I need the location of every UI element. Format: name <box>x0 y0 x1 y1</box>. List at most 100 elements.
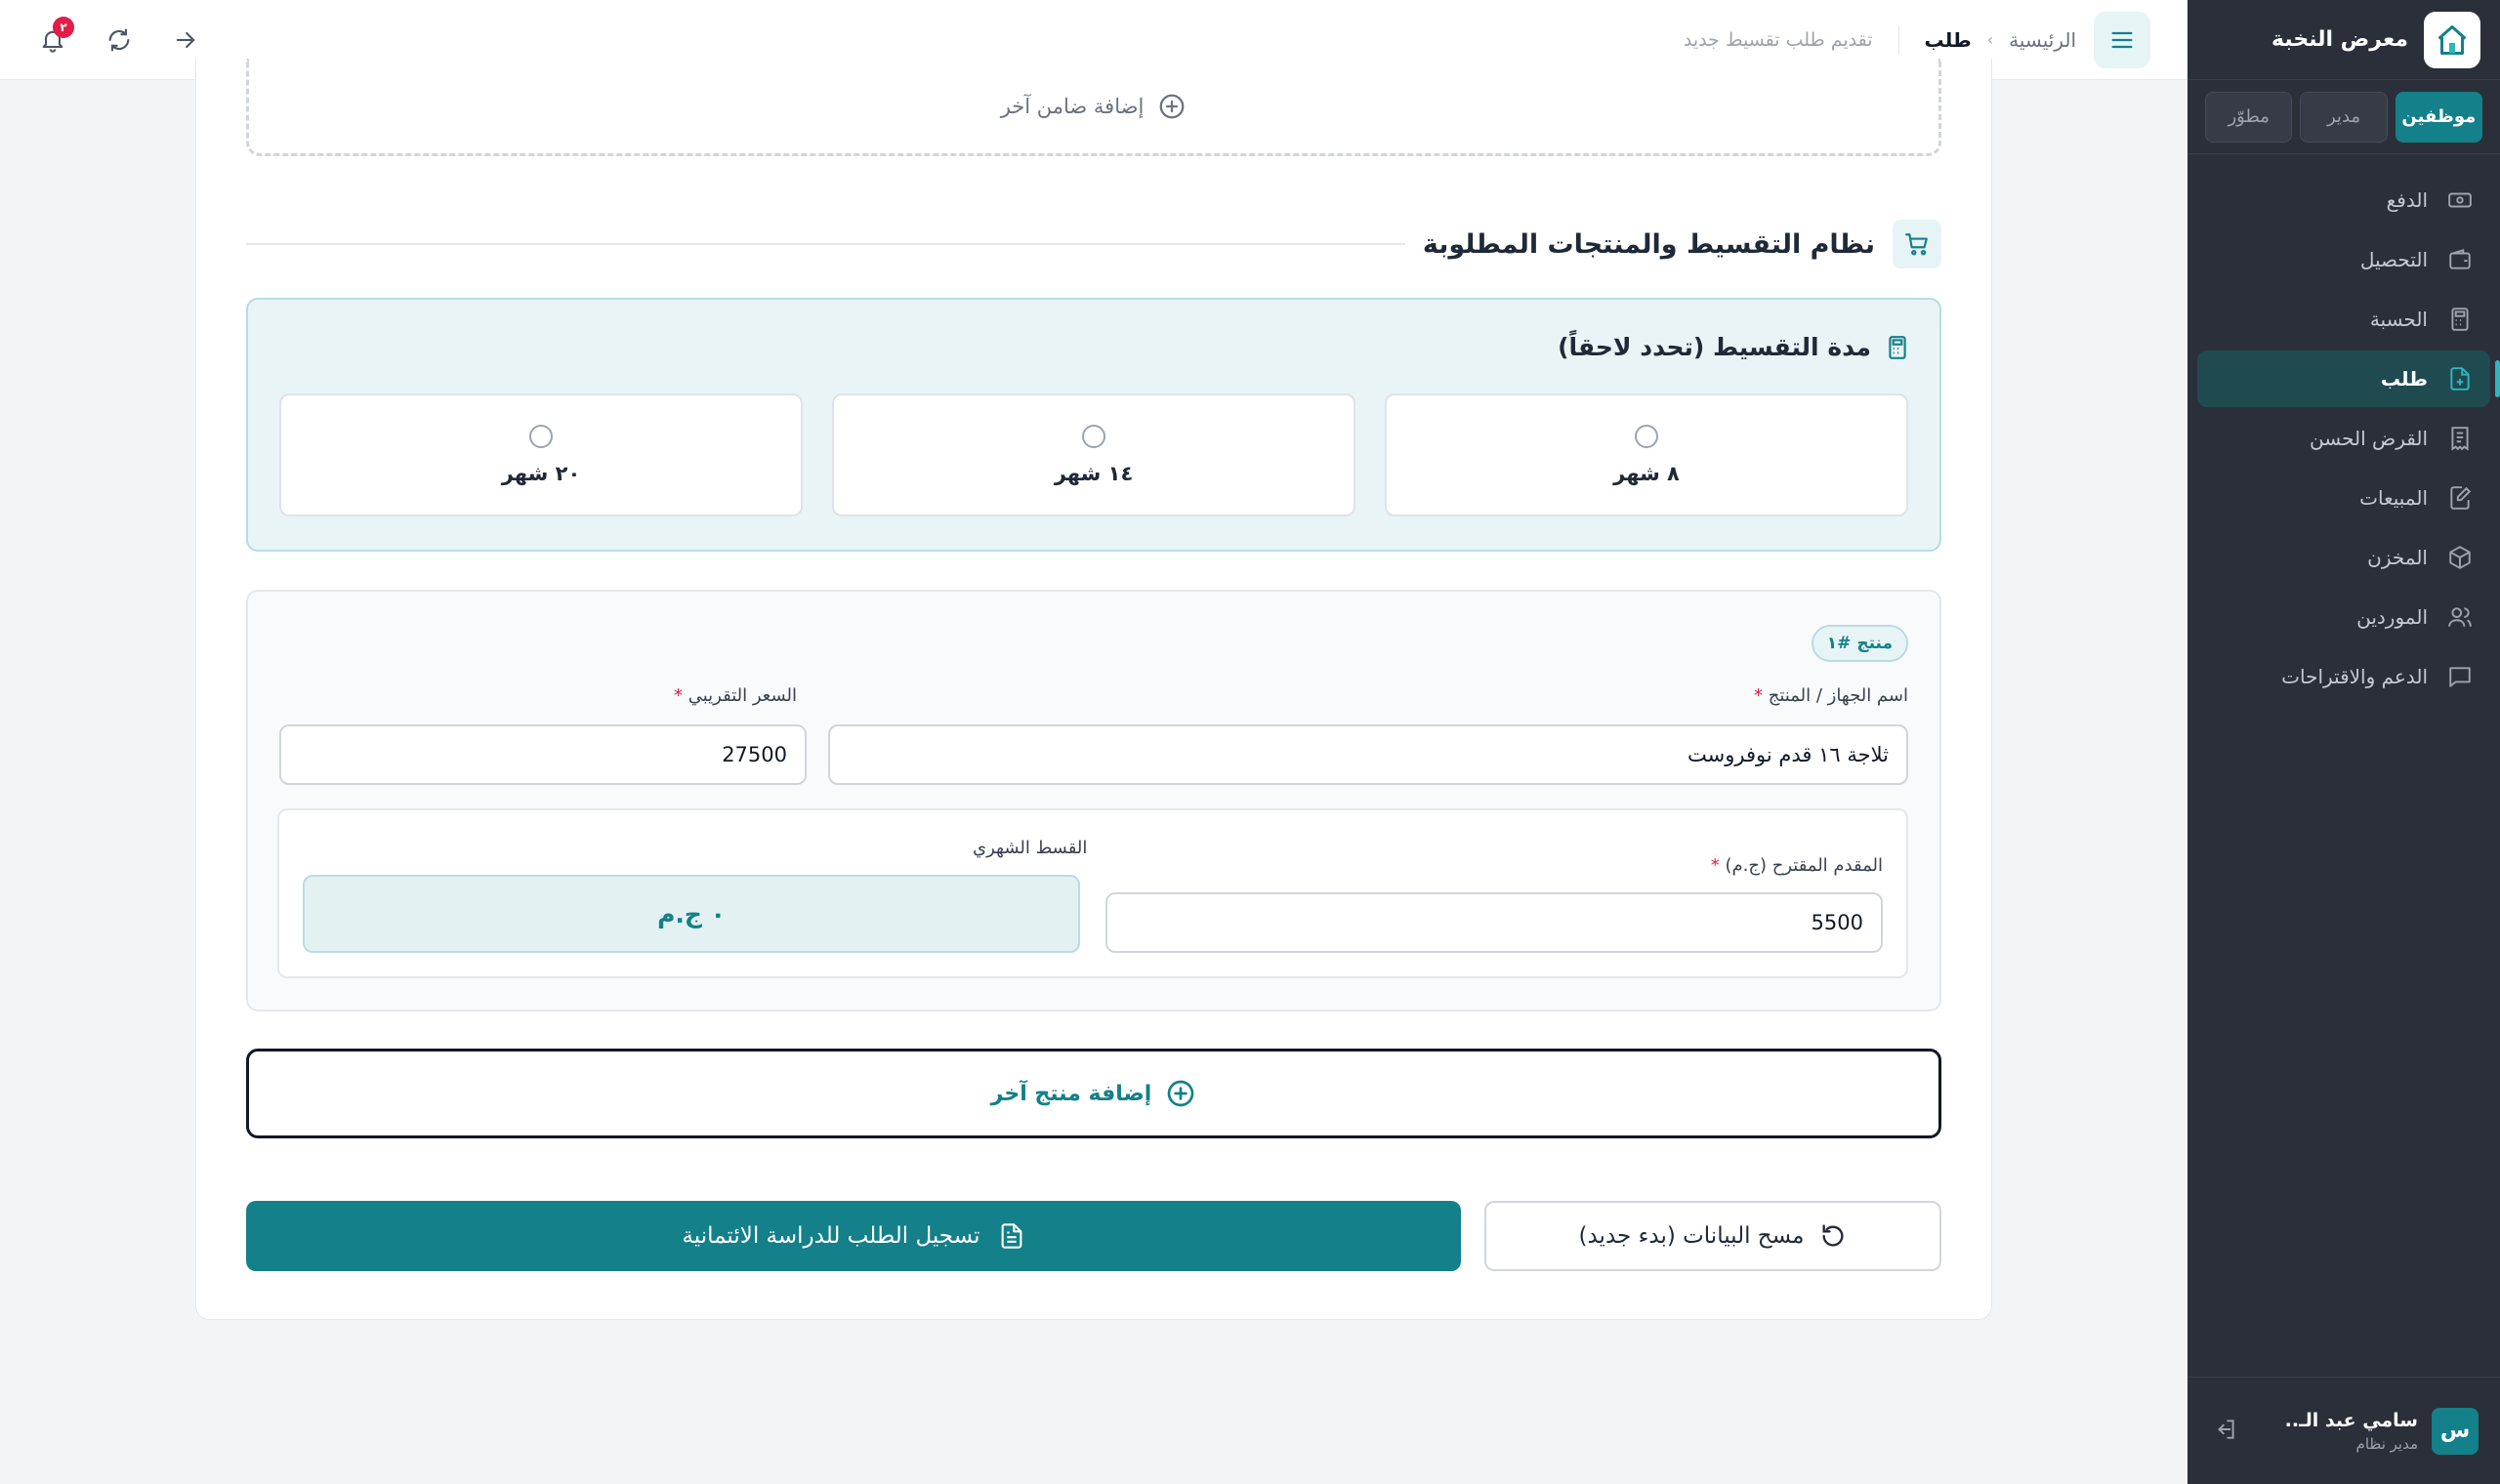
topbar-actions: ٢ <box>39 16 199 54</box>
installment-plan-box: مدة التقسيط (تحدد لاحقاً) ٨ شهر ١٤ شهر ٢… <box>246 298 1941 552</box>
add-guarantor-label: إضافة ضامن آخر <box>1000 94 1145 118</box>
role-switcher: موظفين مدير مطوّر <box>2188 80 2500 154</box>
plan-title: مدة التقسيط (تحدد لاحقاً) <box>1558 333 1871 361</box>
message-icon <box>2447 664 2473 689</box>
sidebar-item-request[interactable]: طلب <box>2197 350 2500 407</box>
calculator-icon <box>2447 307 2473 332</box>
user-role: مدير نظام <box>2355 1434 2418 1453</box>
sidebar-nav: الدفع التحصيل الحسبة طلب القرض الحسن الم… <box>2188 154 2500 705</box>
user-name: سامي عبد الـ.. <box>2284 1409 2418 1431</box>
sidebar-item-label: المبيعات <box>2359 486 2428 510</box>
label-text: المقدم المقترح (ج.م) <box>1725 855 1883 876</box>
add-product-button[interactable]: إضافة منتج آخر <box>246 1049 1941 1138</box>
submit-request-label: تسجيل الطلب للدراسة الائتمانية <box>682 1223 980 1249</box>
document-icon <box>998 1222 1025 1250</box>
users-icon <box>2447 604 2473 630</box>
menu-toggle-button[interactable] <box>2094 11 2150 68</box>
product-name-label: اسم الجهاز / المنتج * <box>1754 685 1908 706</box>
price-label: السعر التقريبي * <box>674 685 797 706</box>
label-text: السعر التقريبي <box>688 685 797 706</box>
wallet-icon <box>2447 247 2473 272</box>
receipt-icon <box>2447 426 2473 451</box>
box-icon <box>2447 545 2473 570</box>
sidebar-item-label: الدفع <box>2386 188 2428 212</box>
sidebar-item-label: الحسبة <box>2369 308 2428 331</box>
arrow-forward-icon[interactable] <box>172 26 199 54</box>
sidebar-item-good-loan[interactable]: القرض الحسن <box>2197 410 2490 467</box>
refresh-icon[interactable] <box>105 26 133 54</box>
product-name-input[interactable]: ثلاجة ١٦ قدم نوفروست <box>828 724 1908 785</box>
submit-request-button[interactable]: تسجيل الطلب للدراسة الائتمانية <box>246 1201 1461 1271</box>
user-info: سامي عبد الـ.. مدير نظام <box>2285 1410 2418 1453</box>
notification-bell-icon[interactable]: ٢ <box>39 16 74 54</box>
sidebar-item-label: الدعم والاقتراحات <box>2281 665 2428 688</box>
sidebar-item-sales[interactable]: المبيعات <box>2197 470 2490 526</box>
monthly-installment-label: القسط الشهري <box>973 838 1088 858</box>
breadcrumb: الرئيسية › طلب تقديم طلب تقسيط جديد <box>1683 24 2076 55</box>
down-payment-input[interactable]: 5500 <box>1105 892 1883 953</box>
notification-badge: ٢ <box>53 16 74 38</box>
breadcrumb-current: طلب <box>1924 27 1972 52</box>
request-form-card: إضافة ضامن آخر نظام التقسيط والمنتجات ال… <box>195 59 1992 1320</box>
sidebar-item-label: طلب <box>2380 367 2428 391</box>
cash-icon <box>2447 187 2473 213</box>
required-mark: * <box>1754 685 1764 706</box>
required-mark: * <box>673 685 683 706</box>
section-title: نظام التقسيط والمنتجات المطلوبة <box>1422 228 1875 260</box>
plan-option-label: ٢٠ شهر <box>501 462 581 485</box>
sidebar-item-calculation[interactable]: الحسبة <box>2197 291 2490 348</box>
brand-name: معرض النخبة <box>2271 27 2408 52</box>
sidebar: معرض النخبة موظفين مدير مطوّر الدفع التح… <box>2188 0 2500 1484</box>
cart-icon <box>1893 220 1941 268</box>
clear-data-button[interactable]: مسح البيانات (بدء جديد) <box>1484 1201 1941 1271</box>
product-number-badge: منتج #١ <box>1811 625 1908 662</box>
plus-circle-icon <box>1157 92 1187 121</box>
role-tab-manager[interactable]: مدير <box>2300 91 2388 143</box>
radio-button[interactable] <box>1635 425 1658 448</box>
plan-option-14[interactable]: ١٤ شهر <box>832 393 1355 516</box>
role-tab-employees[interactable]: موظفين <box>2395 91 2482 143</box>
home-logo-icon <box>2424 11 2480 68</box>
label-text: اسم الجهاز / المنتج <box>1768 685 1908 706</box>
sidebar-item-label: التحصيل <box>2359 248 2428 271</box>
radio-button[interactable] <box>529 425 553 448</box>
page-subtitle: تقديم طلب تقسيط جديد <box>1683 28 1873 51</box>
plan-option-20[interactable]: ٢٠ شهر <box>279 393 803 516</box>
monthly-installment-value: ٠ ج.م <box>303 875 1080 953</box>
product-card: منتج #١ اسم الجهاز / المنتج * ثلاجة ١٦ ق… <box>246 590 1941 1011</box>
sidebar-item-suppliers[interactable]: الموردين <box>2197 589 2490 645</box>
sidebar-item-payment[interactable]: الدفع <box>2197 172 2490 228</box>
user-panel: س سامي عبد الـ.. مدير نظام <box>2188 1377 2500 1484</box>
avatar[interactable]: س <box>2432 1407 2479 1455</box>
edit-icon <box>2447 485 2473 511</box>
required-mark: * <box>1710 855 1720 876</box>
add-product-label: إضافة منتج آخر <box>990 1081 1152 1106</box>
hamburger-icon <box>2108 26 2136 54</box>
calculator-icon <box>1885 335 1910 360</box>
plan-option-8[interactable]: ٨ شهر <box>1385 393 1908 516</box>
sidebar-item-collection[interactable]: التحصيل <box>2197 231 2490 288</box>
sidebar-item-label: القرض الحسن <box>2310 427 2428 450</box>
divider <box>1897 24 1899 55</box>
plan-header: مدة التقسيط (تحدد لاحقاً) <box>1558 333 1910 361</box>
radio-button[interactable] <box>1082 425 1105 448</box>
file-plus-icon <box>2447 366 2473 392</box>
price-input[interactable]: 27500 <box>279 724 807 785</box>
section-divider <box>246 243 1405 245</box>
sidebar-item-support[interactable]: الدعم والاقتراحات <box>2197 648 2490 705</box>
role-tab-developer[interactable]: مطوّر <box>2205 91 2293 143</box>
brand: معرض النخبة <box>2188 0 2500 80</box>
logout-icon[interactable] <box>2209 1417 2238 1446</box>
plan-option-label: ٨ شهر <box>1613 462 1680 485</box>
clear-data-label: مسح البيانات (بدء جديد) <box>1578 1223 1805 1249</box>
breadcrumb-home[interactable]: الرئيسية <box>2009 28 2076 52</box>
down-payment-label: المقدم المقترح (ج.م) * <box>1711 855 1883 876</box>
sidebar-item-warehouse[interactable]: المخزن <box>2197 529 2490 586</box>
add-guarantor-button[interactable]: إضافة ضامن آخر <box>246 59 1941 156</box>
plan-option-label: ١٤ شهر <box>1054 462 1134 485</box>
sidebar-item-label: المخزن <box>2367 546 2428 569</box>
breadcrumb-separator: › <box>1986 30 1994 49</box>
plus-circle-icon <box>1165 1078 1196 1109</box>
plan-options: ٨ شهر ١٤ شهر ٢٠ شهر <box>279 393 1908 516</box>
payment-calc-box: المقدم المقترح (ج.م) * 5500 القسط الشهري… <box>277 808 1908 978</box>
